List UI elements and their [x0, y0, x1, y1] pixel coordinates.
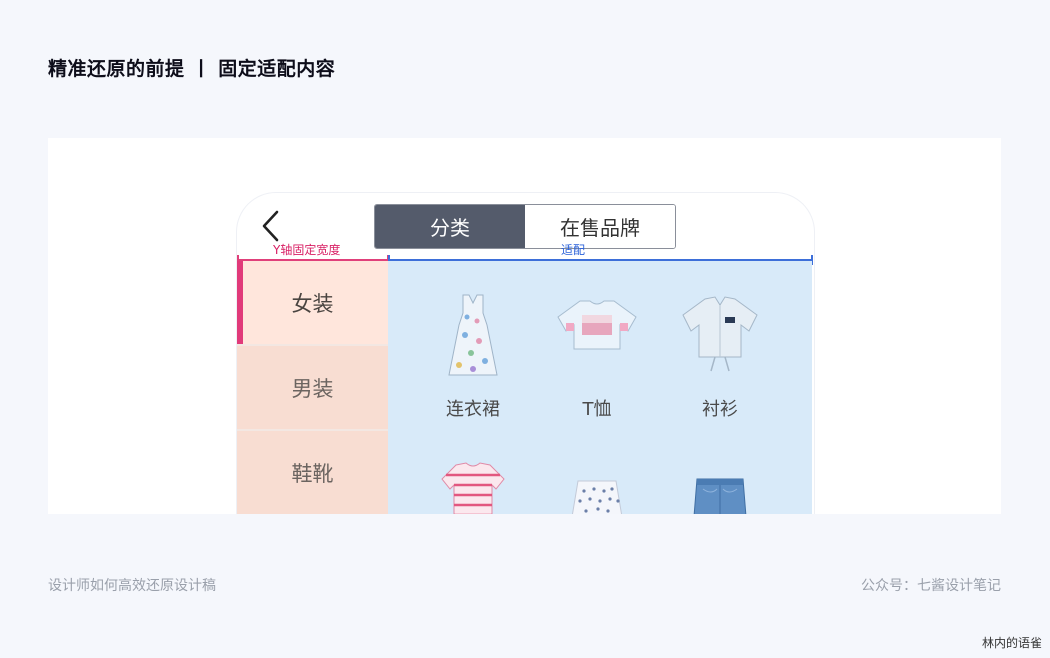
denim-shorts-icon: [693, 478, 747, 514]
tab-brands[interactable]: 在售品牌: [525, 205, 675, 248]
segmented-control: 分类 在售品牌: [374, 204, 676, 249]
product-item-striped-top[interactable]: [413, 459, 533, 514]
watermark-text: 林内的语雀: [981, 636, 1042, 650]
striped-top-icon: [441, 462, 505, 514]
category-sidebar: 女装 男装 鞋靴: [237, 261, 388, 514]
sidebar-item-label: 女装: [291, 291, 334, 316]
illustration-panel: 分类 在售品牌 Y轴固定宽度 适配 女装 男装 鞋靴 连衣裙 T恤 衬衫: [48, 138, 1001, 514]
product-label: T恤: [582, 399, 612, 420]
dotted-shorts-icon: [571, 480, 623, 514]
slide-title: 精准还原的前提 丨 固定适配内容: [48, 58, 336, 80]
sidebar-item-shoes[interactable]: 鞋靴: [237, 431, 388, 514]
product-item-tshirt[interactable]: T恤: [537, 291, 657, 421]
shirt-icon: [682, 296, 758, 372]
fixed-width-annotation: Y轴固定宽度: [273, 243, 341, 257]
phone-mockup: 分类 在售品牌 Y轴固定宽度 适配 女装 男装 鞋靴 连衣裙 T恤 衬衫: [236, 192, 815, 514]
sidebar-item-label: 男装: [291, 376, 334, 401]
adaptive-annotation: 适配: [561, 243, 586, 257]
dress-icon: [448, 294, 498, 376]
tab-category[interactable]: 分类: [375, 205, 525, 248]
product-item-dress[interactable]: 连衣裙: [413, 291, 533, 421]
product-item-denim-shorts[interactable]: [660, 459, 780, 514]
product-item-shirt[interactable]: 衬衫: [660, 291, 780, 421]
sidebar-item-label: 鞋靴: [291, 461, 334, 486]
chevron-left-icon[interactable]: [259, 209, 283, 243]
sidebar-item-women[interactable]: 女装: [237, 261, 388, 346]
tshirt-icon: [557, 300, 637, 350]
product-label: 连衣裙: [446, 399, 500, 420]
product-item-dotted-shorts[interactable]: [537, 459, 657, 514]
product-label: 衬衫: [702, 399, 738, 420]
sidebar-item-men[interactable]: 男装: [237, 346, 388, 431]
footer-caption: 设计师如何高效还原设计稿: [48, 578, 216, 594]
footer-account: 公众号：七酱设计笔记: [861, 578, 1001, 594]
product-grid: 连衣裙 T恤 衬衫: [388, 261, 812, 514]
